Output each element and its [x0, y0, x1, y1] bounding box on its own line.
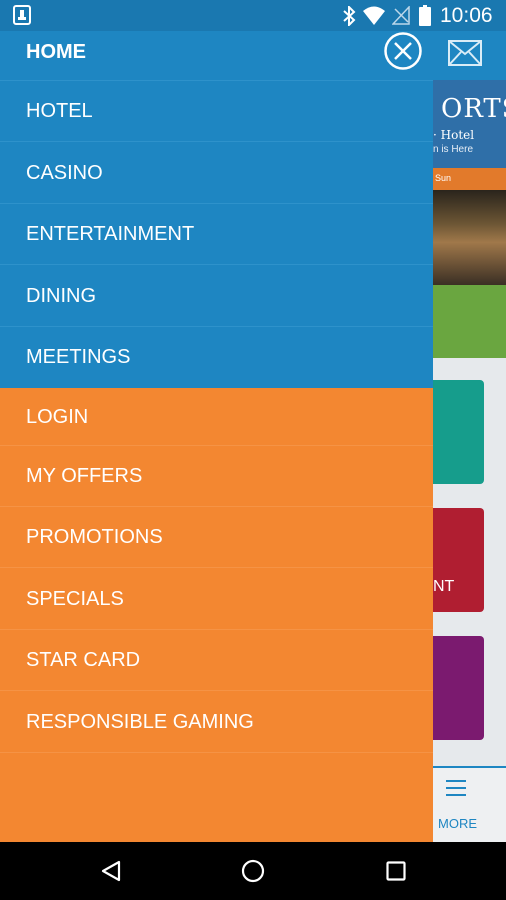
resort-tagline: n is Here	[433, 144, 474, 155]
tile-teal[interactable]	[433, 380, 484, 484]
tile-red[interactable]	[433, 508, 484, 612]
menu-item-responsible-gaming[interactable]: RESPONSIBLE GAMING	[0, 691, 433, 753]
no-signal-icon	[392, 6, 410, 25]
hero-banner[interactable]: ORTS · Hotel n is Here Sun	[433, 80, 506, 285]
menu-item-dining[interactable]: DINING	[0, 265, 433, 327]
menu-item-meetings[interactable]: MEETINGS	[0, 327, 433, 388]
menu-item-home[interactable]: HOME	[0, 31, 433, 81]
system-nav-bar	[0, 842, 506, 900]
wifi-icon	[363, 6, 385, 25]
menu-item-specials[interactable]: SPECIALS	[0, 568, 433, 630]
hero-ribbon: Sun	[433, 168, 506, 190]
menu-item-login[interactable]: LOGIN	[0, 388, 433, 446]
menu-item-hotel[interactable]: HOTEL	[0, 81, 433, 142]
menu-item-my-offers[interactable]: MY OFFERS	[0, 446, 433, 507]
status-bar: 10:06	[0, 0, 506, 31]
resort-logo: ORTS	[441, 94, 506, 124]
home-icon[interactable]	[241, 859, 265, 883]
menu-item-casino[interactable]: CASINO	[0, 142, 433, 204]
mail-icon[interactable]	[448, 40, 482, 66]
menu-item-entertainment[interactable]: ENTERTAINMENT	[0, 204, 433, 265]
hamburger-icon[interactable]	[446, 780, 466, 796]
menu-item-star-card[interactable]: STAR CARD	[0, 630, 433, 691]
close-circle-icon[interactable]	[383, 31, 423, 71]
back-icon[interactable]	[99, 859, 123, 883]
menu-item-promotions[interactable]: PROMOTIONS	[0, 507, 433, 568]
battery-icon	[419, 5, 431, 26]
tile-red-label: NT	[433, 578, 455, 595]
resort-logo-sub: · Hotel	[433, 128, 475, 142]
status-time: 10:06	[440, 4, 493, 27]
hero-photo	[433, 190, 506, 285]
recent-apps-icon[interactable]	[386, 861, 406, 881]
green-panel[interactable]	[433, 285, 506, 358]
tile-purple[interactable]	[433, 636, 484, 740]
notification-icon	[13, 5, 31, 25]
bluetooth-icon	[343, 6, 356, 26]
navigation-drawer: HOME HOTEL CASINO ENTERTAINMENT DINING M…	[0, 31, 433, 842]
more-tab-label[interactable]: MORE	[438, 816, 477, 831]
